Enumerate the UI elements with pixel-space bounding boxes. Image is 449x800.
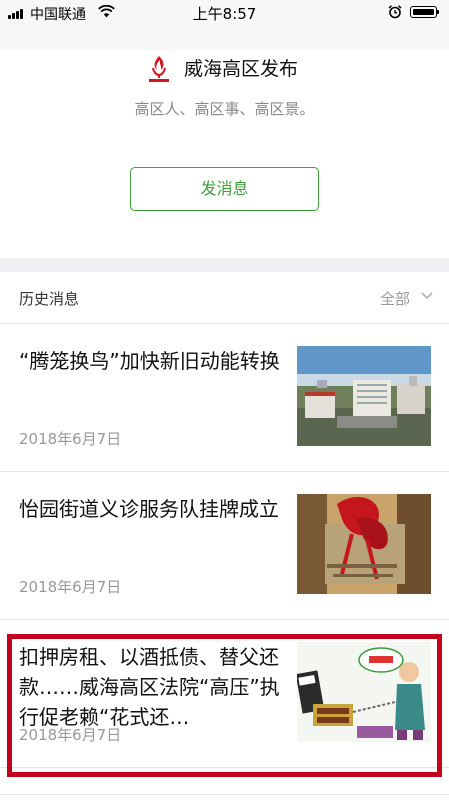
account-profile: 威海高区发布 高区人、高区事、高区景。 发消息 bbox=[0, 50, 449, 258]
article-title[interactable]: “腾笼换鸟”加快新旧动能转换 bbox=[19, 346, 281, 376]
account-description: 高区人、高区事、高区景。 bbox=[134, 100, 315, 118]
list-bottom-divider bbox=[0, 794, 449, 795]
history-header: 历史消息 全部 bbox=[0, 272, 449, 324]
article-title[interactable]: 怡园街道义诊服务队挂牌成立 bbox=[19, 494, 281, 524]
red-ribbon-plaque-thumbnail[interactable] bbox=[297, 494, 431, 594]
nav-bar-background bbox=[0, 26, 449, 50]
city-buildings-thumbnail[interactable] bbox=[297, 346, 431, 446]
alarm-icon bbox=[388, 5, 402, 19]
article-item[interactable]: “腾笼换鸟”加快新旧动能转换 2018年6月7日 bbox=[0, 324, 449, 472]
history-title: 历史消息 bbox=[19, 290, 80, 308]
battery-icon bbox=[410, 6, 439, 18]
status-bar: 中国联通 上午8:57 bbox=[0, 0, 449, 26]
history-filter-dropdown[interactable]: 全部 bbox=[380, 288, 410, 309]
section-divider bbox=[0, 258, 449, 272]
chevron-down-icon[interactable] bbox=[421, 292, 433, 300]
clock-time: 上午8:57 bbox=[192, 5, 257, 23]
send-message-button[interactable]: 发消息 bbox=[130, 167, 319, 211]
article-date: 2018年6月7日 bbox=[19, 430, 122, 448]
highlight-frame bbox=[7, 634, 442, 777]
article-item[interactable]: 怡园街道义诊服务队挂牌成立 2018年6月7日 bbox=[0, 472, 449, 620]
article-date: 2018年6月7日 bbox=[19, 578, 122, 596]
torch-logo-icon bbox=[149, 56, 169, 82]
account-name: 威海高区发布 bbox=[184, 58, 299, 80]
